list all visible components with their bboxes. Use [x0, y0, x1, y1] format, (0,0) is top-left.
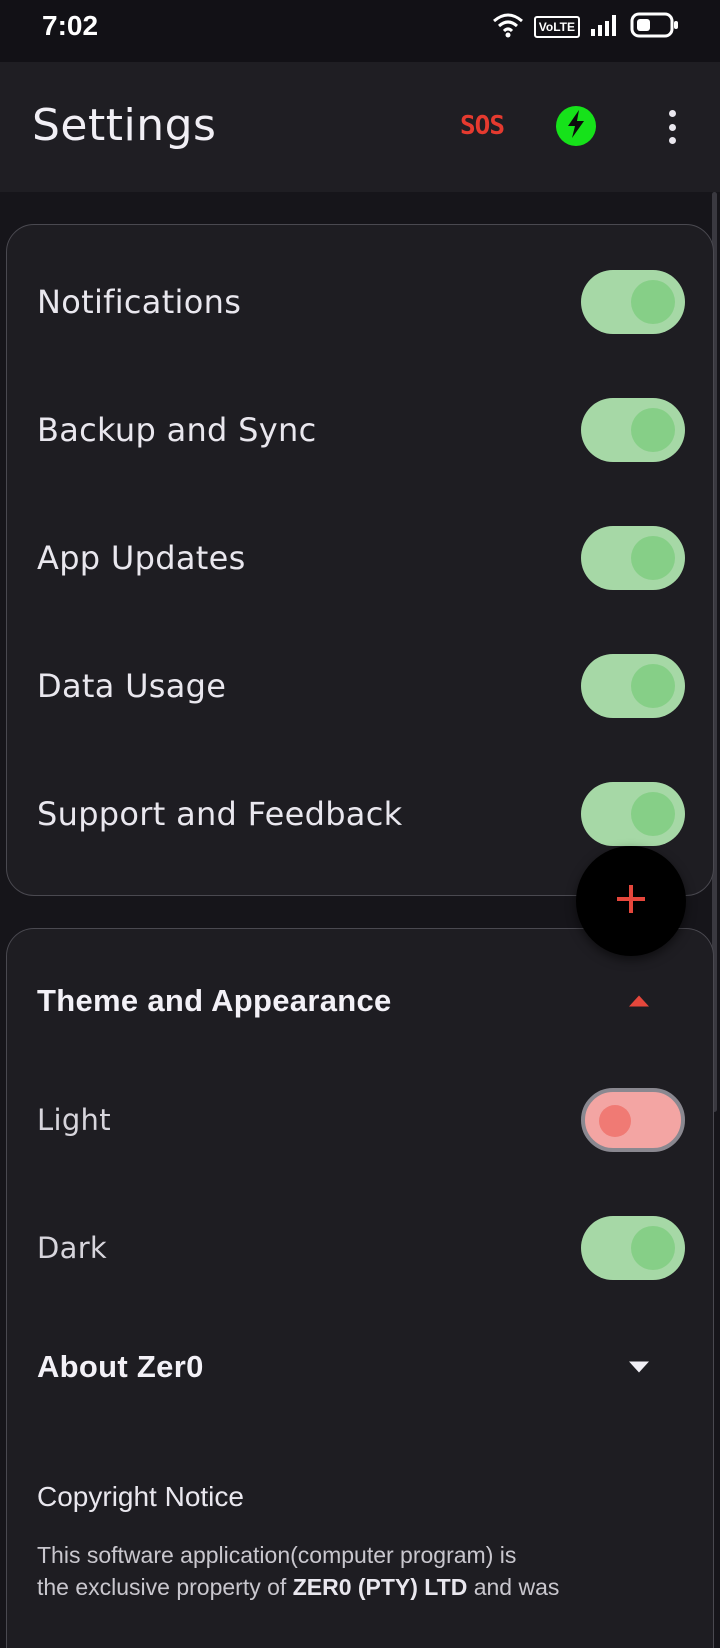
- copyright-line: This software application(computer progr…: [37, 1542, 517, 1568]
- theme-option-label: Light: [37, 1103, 111, 1137]
- app-updates-toggle[interactable]: [581, 526, 685, 590]
- page-title: Settings: [32, 100, 217, 151]
- data-usage-toggle[interactable]: [581, 654, 685, 718]
- add-fab-button[interactable]: [576, 846, 686, 956]
- theme-option-light: Light: [7, 1075, 715, 1165]
- backup-sync-toggle[interactable]: [581, 398, 685, 462]
- setting-row-backup: Backup and Sync: [7, 385, 715, 475]
- section-title: About Zer0: [37, 1349, 204, 1384]
- support-feedback-toggle[interactable]: [581, 782, 685, 846]
- copyright-title: Copyright Notice: [37, 1481, 244, 1512]
- theme-section-header[interactable]: Theme and Appearance: [7, 961, 715, 1041]
- setting-label: Notifications: [37, 283, 242, 321]
- signal-icon: [590, 13, 620, 41]
- theme-about-card: Theme and Appearance Light Dark About Ze…: [6, 928, 714, 1648]
- section-title: Theme and Appearance: [37, 983, 392, 1018]
- setting-row-support: Support and Feedback: [7, 769, 715, 859]
- bolt-icon: [565, 109, 587, 143]
- setting-label: Backup and Sync: [37, 411, 317, 449]
- copyright-body: This software application(computer progr…: [37, 1539, 677, 1603]
- setting-label: App Updates: [37, 539, 246, 577]
- setting-label: Data Usage: [37, 667, 227, 705]
- bolt-button[interactable]: [556, 106, 596, 146]
- notifications-toggle[interactable]: [581, 270, 685, 334]
- volte-icon: VoLTE: [533, 16, 580, 38]
- setting-row-updates: App Updates: [7, 513, 715, 603]
- about-section-header[interactable]: About Zer0: [7, 1327, 715, 1407]
- light-theme-toggle[interactable]: [581, 1088, 685, 1152]
- status-time: 7:02: [42, 10, 99, 41]
- dark-theme-toggle[interactable]: [581, 1216, 685, 1280]
- chevron-up-icon: [629, 995, 649, 1007]
- setting-label: Support and Feedback: [37, 795, 403, 833]
- theme-option-label: Dark: [37, 1231, 108, 1265]
- copyright-text: the exclusive property of: [37, 1574, 293, 1600]
- app-bar: Settings SOS: [0, 62, 720, 192]
- status-icons: VoLTE: [492, 12, 680, 42]
- theme-option-dark: Dark: [7, 1203, 715, 1293]
- setting-row-data-usage: Data Usage: [7, 641, 715, 731]
- wifi-icon: [492, 12, 524, 42]
- copyright-text: and was: [467, 1574, 560, 1600]
- battery-icon: [630, 12, 680, 42]
- chevron-down-icon: [629, 1361, 649, 1373]
- plus-icon: [614, 882, 648, 920]
- setting-row-notifications: Notifications: [7, 257, 715, 347]
- sos-button[interactable]: SOS: [452, 108, 512, 144]
- more-vert-icon[interactable]: [656, 106, 688, 148]
- copyright-line: the exclusive property of ZER0 (PTY) LTD…: [37, 1571, 677, 1603]
- company-name: ZER0 (PTY) LTD: [292, 1574, 468, 1600]
- status-bar: 7:02 VoLTE: [0, 0, 720, 62]
- settings-card: Notifications Backup and Sync App Update…: [6, 224, 714, 896]
